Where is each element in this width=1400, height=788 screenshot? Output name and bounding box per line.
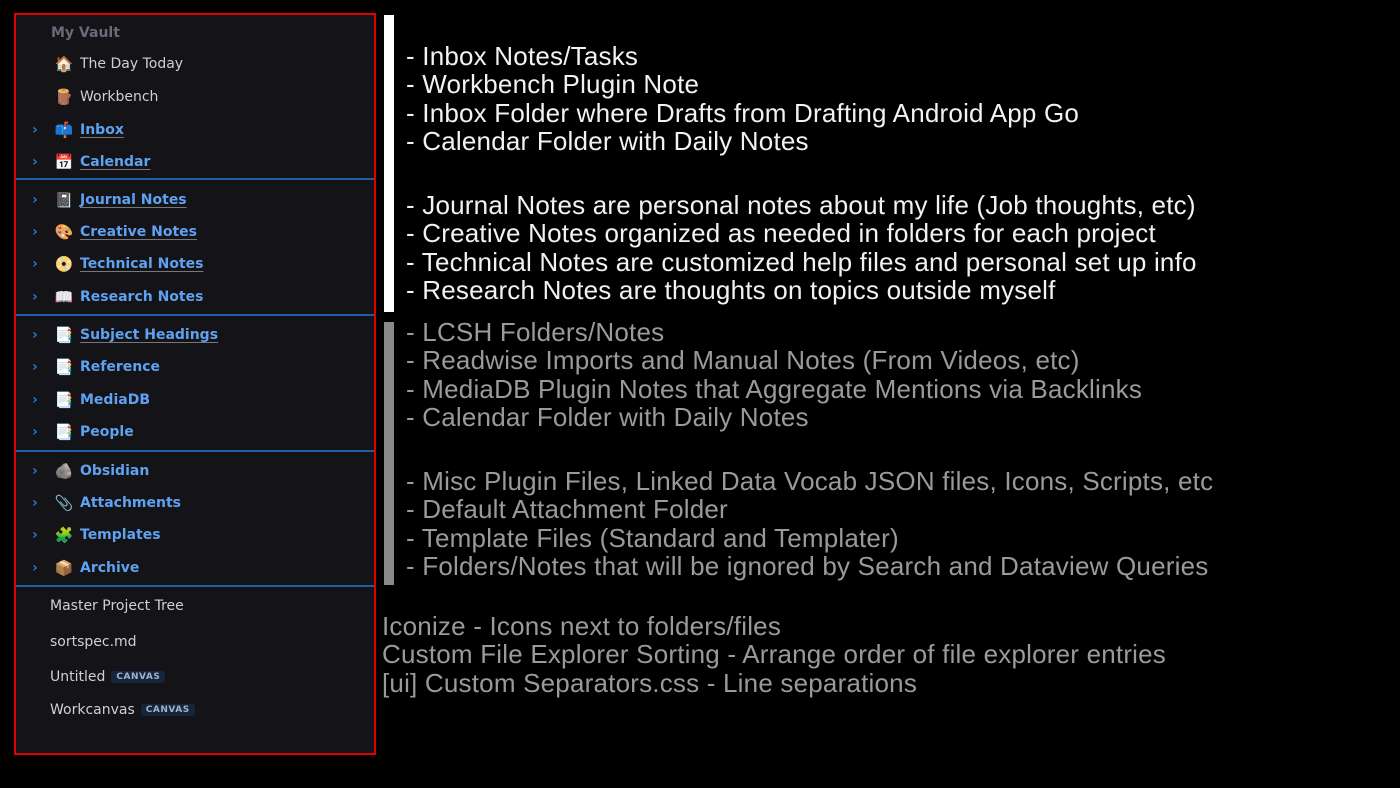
canvas-badge: CANVAS	[140, 704, 195, 716]
file-label: Workcanvas	[50, 702, 135, 718]
plugin-line: Custom File Explorer Sorting - Arrange o…	[382, 639, 1167, 670]
annotation-line: - Technical Notes are customized help fi…	[406, 246, 1197, 277]
annotation-line: - Default Attachment Folder	[406, 494, 728, 525]
package-icon: 📦	[54, 559, 74, 577]
folder-label: People	[80, 424, 134, 440]
folder-label: Archive	[80, 560, 140, 576]
annotation-line: - MediaDB Plugin Notes that Aggregate Me…	[406, 373, 1143, 404]
page-icon: 📑	[54, 326, 74, 344]
mailbox-icon: 📫	[54, 121, 74, 139]
folder-label: Templates	[80, 527, 161, 543]
separator	[16, 314, 374, 316]
annotation-line: - Journal Notes are personal notes about…	[406, 190, 1196, 220]
dvd-icon: 📀	[54, 255, 74, 273]
folder-label: Obsidian	[80, 463, 150, 479]
log-icon: 🪵	[54, 88, 74, 106]
file-explorer-sidebar: My Vault 🏠 The Day Today 🪵 Workbench › 📫…	[14, 13, 376, 755]
annotation-group-2: - Journal Notes are personal notes about…	[406, 191, 1197, 304]
folder-label: Inbox	[80, 122, 124, 138]
folder-label: MediaDB	[80, 392, 150, 408]
file-label: Untitled	[50, 669, 106, 685]
chevron-right-icon[interactable]: ›	[32, 256, 42, 272]
annotation-line: - Inbox Notes/Tasks	[406, 41, 639, 71]
calendar-icon: 📅	[54, 153, 74, 171]
folder-label: Subject Headings	[80, 327, 219, 343]
page-icon: 📑	[54, 391, 74, 409]
file-label-wrap: Workcanvas CANVAS	[50, 702, 195, 718]
file-label: sortspec.md	[50, 634, 137, 650]
chevron-right-icon[interactable]: ›	[32, 463, 42, 479]
annotation-line: - Folders/Notes that will be ignored by …	[406, 550, 1209, 581]
chevron-right-icon[interactable]: ›	[32, 224, 42, 240]
folder-label: Research Notes	[80, 289, 204, 305]
chevron-right-icon[interactable]: ›	[32, 289, 42, 305]
plugin-line: Iconize - Icons next to folders/files	[382, 611, 782, 641]
annotation-group-3: - LCSH Folders/Notes - Readwise Imports …	[406, 318, 1142, 431]
chevron-right-icon[interactable]: ›	[32, 527, 42, 543]
folder-label: Calendar	[80, 154, 151, 170]
annotation-line: - Template Files (Standard and Templater…	[406, 522, 899, 553]
plugin-notes: Iconize - Icons next to folders/files Cu…	[382, 612, 1166, 697]
annotation-line: - Calendar Folder with Daily Notes	[406, 125, 809, 156]
folder-label: Journal Notes	[80, 192, 187, 208]
chevron-right-icon[interactable]: ›	[32, 392, 42, 408]
annotation-line: - Research Notes are thoughts on topics …	[406, 274, 1056, 305]
annotation-line: - Misc Plugin Files, Linked Data Vocab J…	[406, 466, 1214, 496]
vault-title: My Vault	[51, 25, 120, 41]
page-icon: 📑	[54, 423, 74, 441]
annotation-line: - Readwise Imports and Manual Notes (Fro…	[406, 345, 1080, 376]
open-book-icon: 📖	[54, 288, 74, 306]
annotation-line: - LCSH Folders/Notes	[406, 317, 665, 347]
file-label-wrap: Untitled CANVAS	[50, 669, 166, 685]
annotation-line: - Creative Notes organized as needed in …	[406, 218, 1156, 249]
folder-label: Technical Notes	[80, 256, 204, 272]
chevron-right-icon[interactable]: ›	[32, 495, 42, 511]
folder-label: Creative Notes	[80, 224, 197, 240]
chevron-right-icon[interactable]: ›	[32, 327, 42, 343]
house-icon: 🏠	[54, 55, 74, 73]
plugin-line: [ui] Custom Separators.css - Line separa…	[382, 667, 918, 698]
chevron-right-icon[interactable]: ›	[32, 154, 42, 170]
separator	[16, 450, 374, 452]
annotation-group-4: - Misc Plugin Files, Linked Data Vocab J…	[406, 467, 1213, 580]
chevron-right-icon[interactable]: ›	[32, 192, 42, 208]
puzzle-icon: 🧩	[54, 526, 74, 544]
chevron-right-icon[interactable]: ›	[32, 560, 42, 576]
file-label: Workbench	[80, 89, 159, 105]
file-label: Master Project Tree	[50, 598, 184, 614]
annotation-line: - Workbench Plugin Note	[406, 69, 700, 100]
chevron-right-icon[interactable]: ›	[32, 122, 42, 138]
rock-icon: 🪨	[54, 462, 74, 480]
palette-icon: 🎨	[54, 223, 74, 241]
chevron-right-icon[interactable]: ›	[32, 424, 42, 440]
folder-label: Reference	[80, 359, 161, 375]
notebook-icon: 📓	[54, 191, 74, 209]
separator	[16, 178, 374, 180]
bracket-bar-secondary	[384, 322, 394, 585]
chevron-right-icon[interactable]: ›	[32, 359, 42, 375]
annotation-group-1: - Inbox Notes/Tasks - Workbench Plugin N…	[406, 42, 1079, 155]
page-icon: 📑	[54, 358, 74, 376]
file-label: The Day Today	[80, 56, 184, 72]
annotation-line: - Inbox Folder where Drafts from Draftin…	[406, 97, 1080, 128]
canvas-badge: CANVAS	[111, 671, 166, 683]
paperclip-icon: 📎	[54, 494, 74, 512]
bracket-bar-primary	[384, 15, 394, 312]
annotation-line: - Calendar Folder with Daily Notes	[406, 401, 809, 432]
separator	[16, 585, 374, 587]
folder-label: Attachments	[80, 495, 182, 511]
